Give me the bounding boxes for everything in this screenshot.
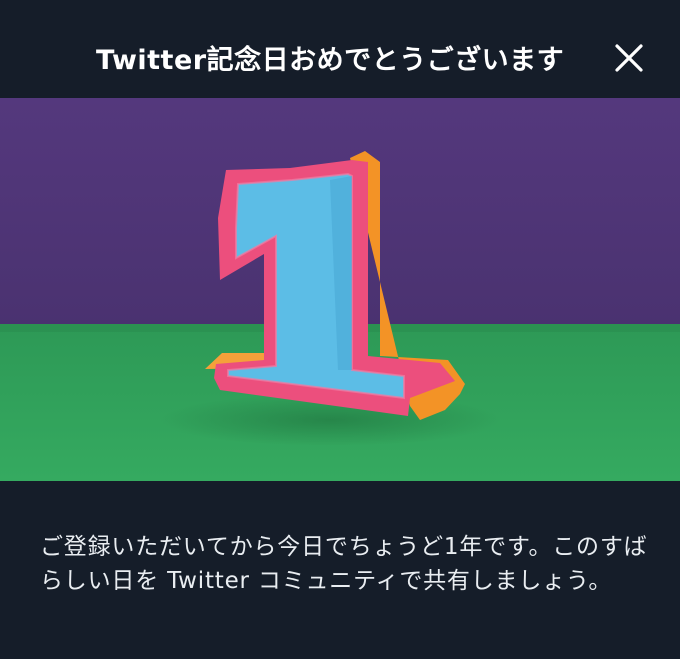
modal-title: Twitter記念日おめでとうございます [96,45,565,76]
modal-header: Twitter記念日おめでとうございます [0,0,680,98]
close-button[interactable] [606,37,650,81]
close-icon [615,44,643,72]
anniversary-image [0,98,680,481]
anniversary-message: ご登録いただいてから今日でちょうど1年です。このすばらしい日を Twitter … [40,534,648,594]
number-one-illustration [0,98,680,481]
message-area: ご登録いただいてから今日でちょうど1年です。このすばらしい日を Twitter … [0,481,680,659]
